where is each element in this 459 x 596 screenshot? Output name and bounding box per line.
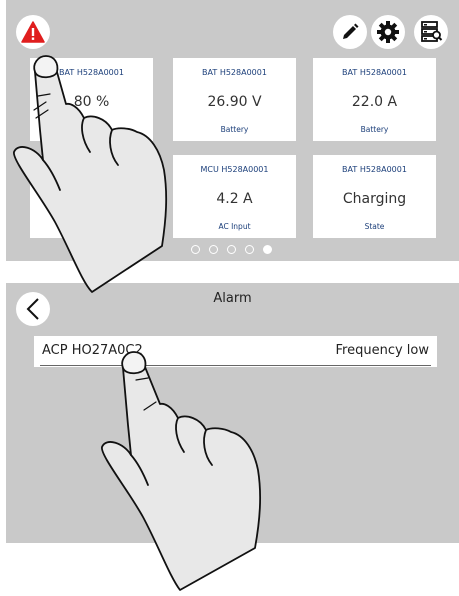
pointing-hand-illustrations <box>13 55 262 591</box>
